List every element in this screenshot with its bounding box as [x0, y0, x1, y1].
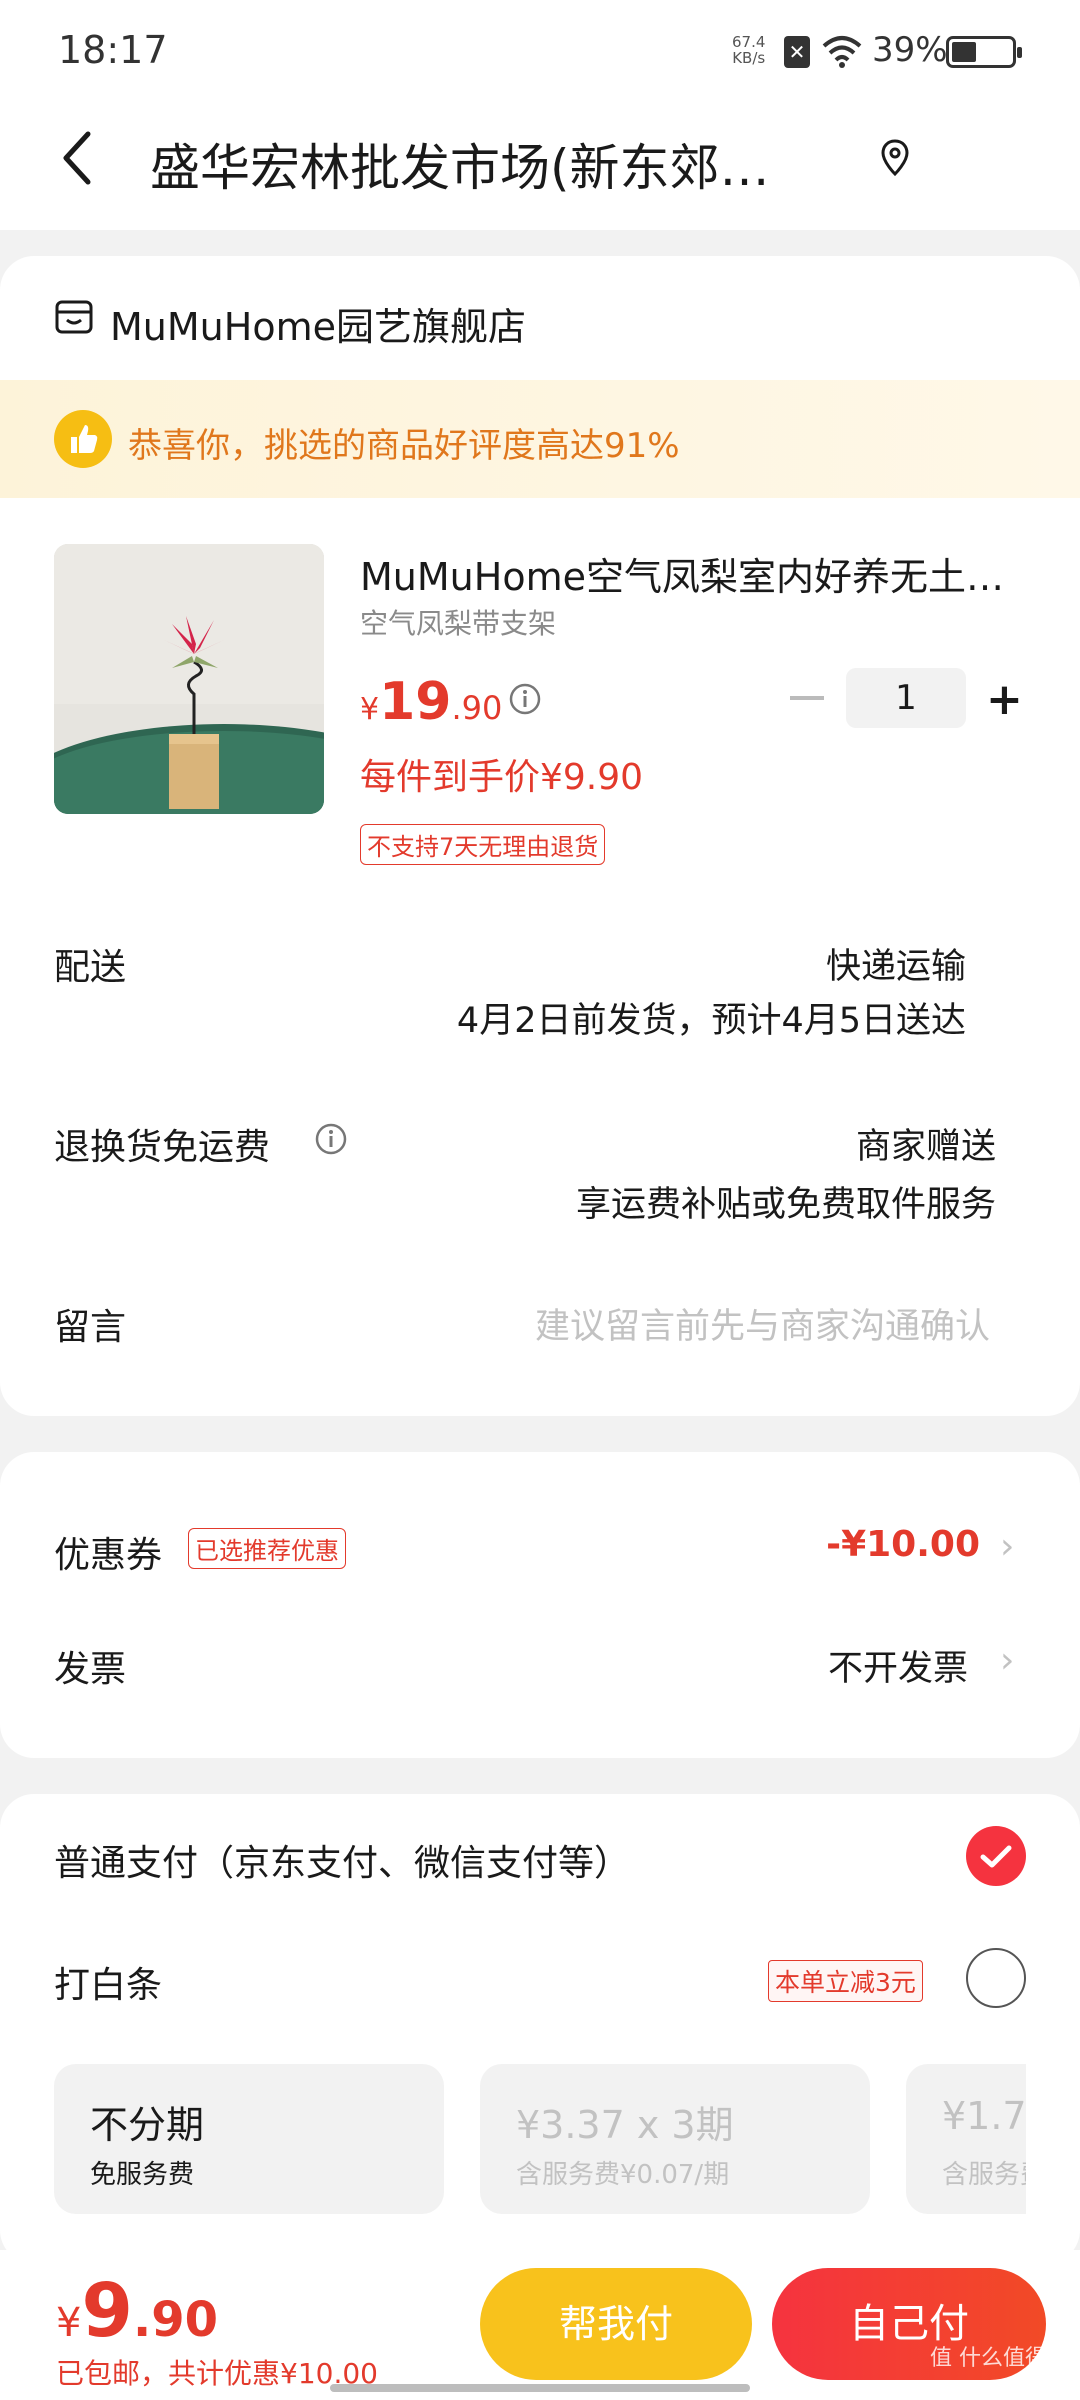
normal-payment-label[interactable]: 普通支付（京东支付、微信支付等）	[54, 1834, 630, 1886]
no-sim-icon: ✕	[784, 36, 810, 68]
discount-card	[0, 1452, 1080, 1758]
help-pay-button[interactable]: 帮我付	[480, 2268, 752, 2380]
home-indicator[interactable]	[330, 2384, 750, 2392]
price-info-icon[interactable]	[508, 682, 542, 716]
status-time: 18:17	[58, 28, 168, 72]
battery-percent: 39%	[872, 30, 948, 70]
battery-icon	[946, 36, 1022, 68]
normal-payment-checkbox[interactable]	[966, 1826, 1026, 1886]
coupon-chevron-icon[interactable]: ›	[1000, 1526, 1014, 1567]
increase-quantity-button[interactable]: +	[986, 678, 1023, 722]
delivery-label: 配送	[54, 947, 127, 988]
unit-final-price: 每件到手价¥9.90	[360, 757, 644, 798]
product-title[interactable]: MuMuHome空气凤梨室内好养无土…	[360, 546, 1040, 601]
watermark: 值 什么值得买	[930, 2346, 1069, 2371]
baitiao-radio[interactable]	[966, 1948, 1026, 2008]
note-input[interactable]: 建议留言前先与商家沟通确认	[535, 1298, 990, 1349]
installment-plan-6-clip: ¥1.72 含服务费	[906, 2064, 1026, 2214]
invoice-label: 发票	[54, 1649, 127, 1690]
coupon-label: 优惠券	[54, 1535, 163, 1576]
store-name[interactable]: MuMuHome园艺旗舰店	[110, 296, 526, 351]
return-shipping-info-icon[interactable]	[314, 1122, 348, 1156]
invoice-chevron-icon[interactable]: ›	[1000, 1640, 1014, 1681]
return-shipping-desc: 享运费补贴或免费取件服务	[575, 1185, 996, 1225]
note-label: 留言	[54, 1307, 127, 1348]
invoice-value[interactable]: 不开发票	[828, 1640, 968, 1691]
store-icon	[55, 300, 93, 334]
back-arrow-icon[interactable]	[58, 128, 98, 188]
return-policy-tag: 不支持7天无理由退货	[360, 824, 606, 865]
return-shipping-label: 退换货免运费	[54, 1127, 271, 1168]
coupon-value[interactable]: -¥10.00	[826, 1524, 980, 1565]
quantity-value[interactable]: 1	[846, 668, 966, 728]
installment-plan-6[interactable]: ¥1.72 含服务费	[906, 2064, 1026, 2214]
product-spec[interactable]: 空气凤梨带支架	[360, 602, 556, 642]
installment-plan-3[interactable]: ¥3.37 x 3期 含服务费¥0.07/期	[480, 2064, 870, 2214]
location-pin-icon[interactable]	[880, 138, 910, 178]
coupon-recommended-tag: 已选推荐优惠	[188, 1528, 346, 1569]
product-price: ¥19.90	[360, 672, 503, 732]
address-title[interactable]: 盛华宏林批发市场(新东郊…	[150, 128, 830, 200]
baitiao-label[interactable]: 打白条	[54, 1956, 162, 2008]
delivery-method[interactable]: 快递运输	[826, 938, 966, 989]
product-image[interactable]	[54, 544, 324, 814]
decrease-quantity-button[interactable]	[790, 696, 824, 700]
thumbs-up-icon	[54, 410, 112, 468]
baitiao-discount-tag: 本单立减3元	[768, 1960, 923, 2002]
installment-plan-none[interactable]: 不分期 免服务费	[54, 2064, 444, 2214]
total-price: ¥9.90	[56, 2268, 218, 2354]
delivery-eta[interactable]: 4月2日前发货，预计4月5日送达	[457, 992, 966, 1043]
rating-banner-text: 恭喜你，挑选的商品好评度高达91%	[128, 426, 680, 466]
wifi-icon	[822, 36, 862, 68]
network-speed: 67.4 KB/s	[732, 33, 766, 67]
return-shipping-value: 商家赠送	[855, 1127, 996, 1167]
